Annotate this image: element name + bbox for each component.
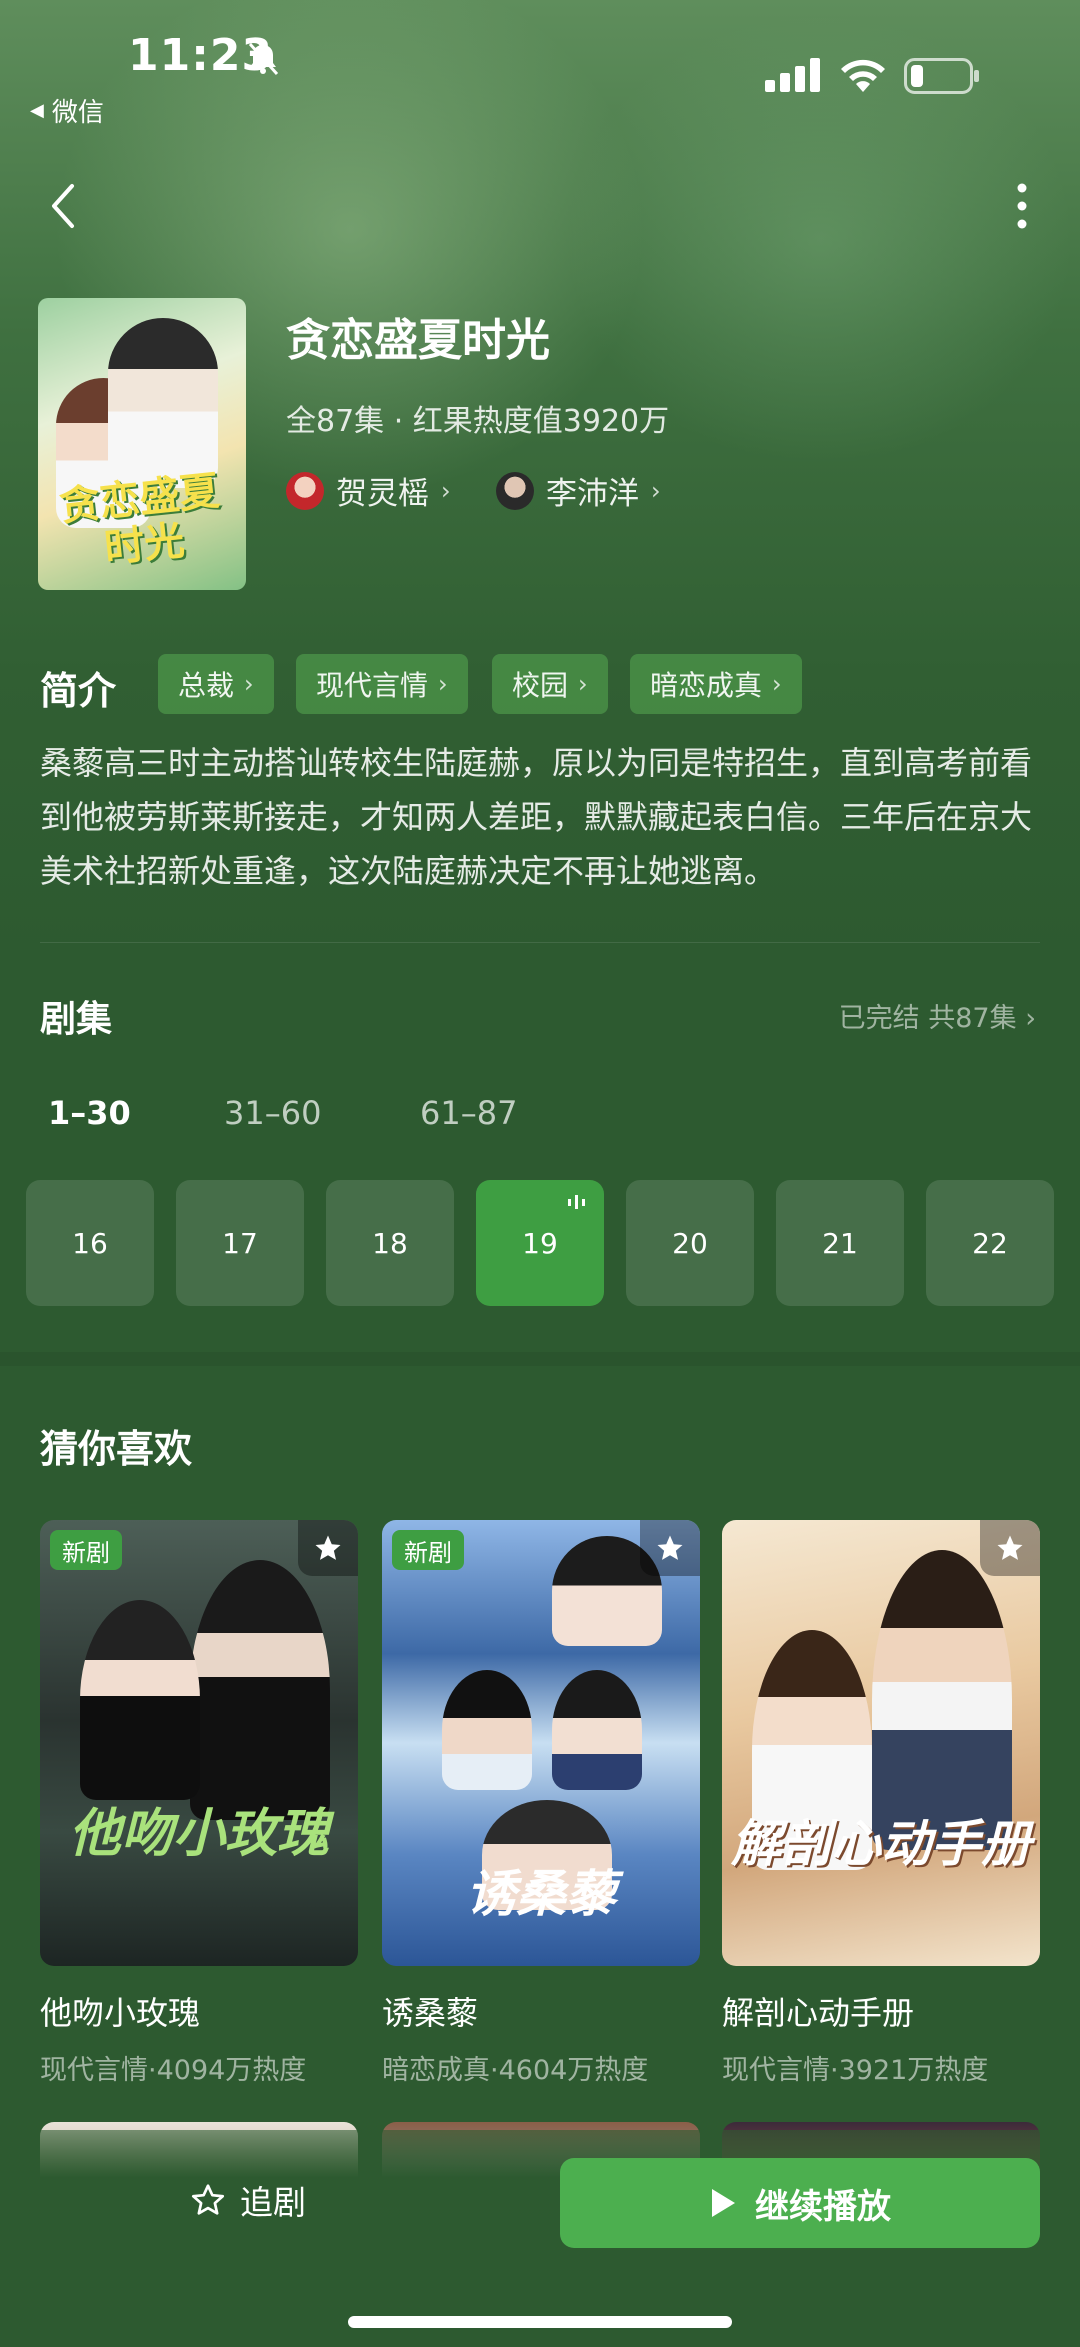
chevron-right-icon: › [651, 476, 661, 505]
bell-muted-icon [248, 42, 279, 76]
card-meta: 暗恋成真·4604万热度 [382, 2055, 649, 2086]
drama-meta: 全87集 · 红果热度值3920万 [286, 404, 670, 439]
badge-new: 新剧 [392, 1530, 464, 1570]
section-separator [0, 1352, 1080, 1366]
follow-label: 追剧 [240, 2183, 306, 2222]
card-cover: 他吻小玫瑰 新剧 [40, 1520, 358, 1966]
intro-text: 桑藜高三时主动搭讪转校生陆庭赫，原以为同是特招生，直到高考前看到他被劳斯莱斯接走… [40, 744, 1033, 890]
tag-label: 现代言情 [316, 669, 429, 702]
continue-play-button[interactable]: 继续播放 [560, 2158, 1040, 2248]
cover-title-art: 诱桑藜 [466, 1864, 616, 1923]
genre-tag[interactable]: 暗恋成真 › [630, 654, 802, 714]
playing-icon [568, 1195, 585, 1209]
genre-tag[interactable]: 总裁 › [158, 654, 274, 714]
recommend-card[interactable]: 解剖心动手册 解剖心动手册 现代言情·3921万热度 [722, 1520, 1040, 2087]
chevron-right-icon: › [441, 476, 451, 505]
card-meta: 现代言情·3921万热度 [722, 2055, 989, 2086]
star-icon[interactable] [980, 1520, 1040, 1576]
cover-title-art: 解剖心动手册 [731, 1814, 1031, 1873]
cover-figure [80, 1600, 200, 1800]
episodes-status: 已完结 共87集 [838, 1003, 1017, 1034]
chevron-right-icon: › [438, 670, 448, 698]
card-meta: 现代言情·4094万热度 [40, 2055, 307, 2086]
home-indicator[interactable] [348, 2316, 732, 2328]
cover-figure [442, 1670, 532, 1790]
episode-number: 19 [522, 1226, 558, 1260]
star-outline-icon [191, 2184, 225, 2215]
episodes-heading: 剧集 [40, 999, 113, 1040]
episode-button-current[interactable]: 19 [476, 1180, 604, 1306]
actor-name: 李沛洋 [546, 476, 639, 512]
chevron-right-icon: › [1025, 1003, 1036, 1034]
drama-detail-page: 11:23 ◀ 微信 贪恋盛夏时光 贪恋盛夏时光 全87集 · 红果热度值392… [0, 0, 1080, 2347]
poster-title: 贪恋盛夏时光 [57, 466, 222, 572]
recommend-card[interactable]: 诱桑藜 新剧 诱桑藜 暗恋成真·4604万热度 [382, 1520, 700, 2087]
chevron-right-icon: › [578, 670, 588, 698]
drama-poster[interactable]: 贪恋盛夏时光 [38, 298, 246, 590]
star-icon[interactable] [640, 1520, 700, 1576]
battery-icon [904, 58, 979, 94]
star-shape [657, 1535, 683, 1560]
more-options-icon[interactable] [1002, 180, 1042, 236]
card-title: 诱桑藜 [382, 1994, 479, 2032]
genre-tag[interactable]: 现代言情 › [296, 654, 468, 714]
star-icon[interactable] [298, 1520, 358, 1576]
card-cover: 解剖心动手册 [722, 1520, 1040, 1966]
star-shape [315, 1535, 341, 1560]
actor-avatar [496, 471, 534, 510]
card-title: 解剖心动手册 [722, 1994, 915, 2032]
drama-title: 贪恋盛夏时光 [286, 315, 550, 366]
chevron-right-icon: › [772, 670, 782, 698]
tag-label: 总裁 [178, 669, 235, 702]
back-triangle-icon: ◀ [30, 100, 44, 121]
episode-button[interactable]: 18 [326, 1180, 454, 1306]
episode-button[interactable]: 21 [776, 1180, 904, 1306]
tag-label: 暗恋成真 [650, 669, 763, 702]
play-icon [712, 2189, 735, 2217]
divider [40, 942, 1040, 943]
range-tab[interactable]: 61–87 [420, 1094, 517, 1132]
star-shape [997, 1535, 1023, 1560]
cover-figure [552, 1670, 642, 1790]
back-to-app[interactable]: ◀ 微信 [30, 92, 104, 129]
actor-name: 贺灵榣 [336, 476, 429, 512]
genre-tag[interactable]: 校园 › [492, 654, 608, 714]
intro-heading: 简介 [40, 669, 117, 713]
actor-avatar [286, 471, 324, 510]
recommend-card[interactable]: 他吻小玫瑰 新剧 他吻小玫瑰 现代言情·4094万热度 [40, 1520, 358, 2087]
play-label: 继续播放 [755, 2186, 891, 2227]
back-app-label: 微信 [51, 98, 104, 128]
episode-button[interactable]: 17 [176, 1180, 304, 1306]
signal-icon [765, 58, 820, 92]
cover-figure [190, 1560, 330, 1820]
episode-button[interactable]: 20 [626, 1180, 754, 1306]
badge-new: 新剧 [50, 1530, 122, 1570]
range-tab[interactable]: 1–30 [48, 1094, 131, 1132]
poster-figure [108, 318, 218, 488]
card-cover: 诱桑藜 新剧 [382, 1520, 700, 1966]
cover-title-art: 他吻小玫瑰 [68, 1803, 329, 1864]
tag-label: 校园 [512, 669, 569, 702]
follow-button[interactable]: 追剧 [190, 2176, 306, 2224]
episodes-status-link[interactable]: 已完结 共87集 › [839, 996, 1036, 1035]
recommend-heading: 猜你喜欢 [40, 1427, 193, 1471]
actor-link[interactable]: 李沛洋 › [496, 468, 661, 513]
card-title: 他吻小玫瑰 [40, 1994, 201, 2032]
back-icon[interactable] [44, 178, 84, 234]
wifi-icon [841, 59, 885, 92]
episode-button[interactable]: 22 [926, 1180, 1054, 1306]
range-tab[interactable]: 31–60 [224, 1094, 321, 1132]
episode-button[interactable]: 16 [26, 1180, 154, 1306]
chevron-right-icon: › [244, 670, 254, 698]
actor-link[interactable]: 贺灵榣 › [286, 468, 451, 513]
